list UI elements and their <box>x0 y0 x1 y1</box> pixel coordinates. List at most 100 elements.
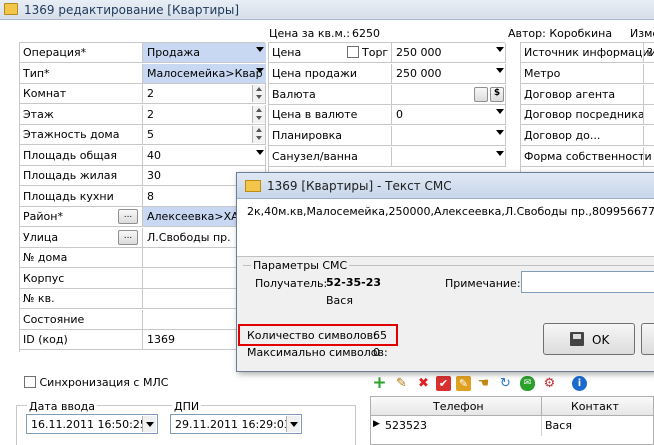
sms-text-area[interactable]: 2к,40м.кв,Малосемейка,250000,Алексеевка,… <box>237 199 654 257</box>
checkbox-box[interactable] <box>347 46 359 58</box>
form-value: 2 <box>147 87 154 100</box>
spinner-icon[interactable] <box>252 85 265 102</box>
form-field-2[interactable]: 2 <box>142 84 266 103</box>
form-value: 5 <box>147 128 154 141</box>
refresh-icon[interactable]: ↻ <box>498 376 513 391</box>
price-field-2[interactable]: $ <box>391 84 506 104</box>
form-label: Метро <box>524 66 561 80</box>
form-field-0[interactable]: Продажа <box>142 43 266 62</box>
author-label: Автор: Коробкина <box>508 27 613 40</box>
window-title-bar: 1369 редактирование [Квартиры] <box>0 0 654 20</box>
price-field-3[interactable]: 0 <box>391 105 506 125</box>
price-form-grid: Цена Торг 250 000 Цена продажи 250 000 Валюта… <box>268 42 506 172</box>
chevron-down-icon[interactable] <box>256 47 264 52</box>
form-label: Этажность дома <box>23 128 120 141</box>
sync-mls-checkbox[interactable]: Синхронизация с МЛС <box>24 376 168 389</box>
chevron-down-icon[interactable] <box>496 109 504 115</box>
spinner-icon[interactable] <box>252 126 265 143</box>
lookup-button[interactable]: ... <box>118 209 138 224</box>
lookup-button[interactable]: ... <box>118 229 138 245</box>
table-row[interactable]: ▶ 523523 Вася <box>371 416 653 436</box>
form-label: Планировка <box>272 129 342 143</box>
phones-table: Телефон Контакт ▶ 523523 Вася <box>370 396 654 445</box>
form-row: Район*... Алексеевка>ХАРЬ <box>20 207 266 227</box>
form-value: 8 <box>147 189 154 203</box>
chevron-down-icon[interactable] <box>496 151 504 156</box>
extra-form-grid: Источник информации*? Метро Договор агента… <box>520 42 654 172</box>
form-value: Продажа <box>147 46 200 59</box>
form-row: Улица... Л.Свободы пр. <box>20 227 266 248</box>
currency-button[interactable]: $ <box>490 86 504 102</box>
column-divider <box>541 416 542 436</box>
torg-checkbox[interactable]: Торг <box>347 46 388 59</box>
extra-field-4[interactable] <box>643 126 654 146</box>
ok-label: OK <box>592 333 610 347</box>
form-field-1[interactable]: Малосемейка>Квар <box>142 63 266 83</box>
sync-mls-label: Синхронизация с МЛС <box>39 376 169 389</box>
chevron-down-icon[interactable] <box>256 149 264 155</box>
form-row: Этаж 2 <box>20 104 266 125</box>
chevron-down-icon[interactable] <box>496 67 504 73</box>
form-label: Состояние <box>23 312 85 326</box>
form-label: Тип* <box>23 66 50 80</box>
price-field-1[interactable]: 250 000 <box>391 63 506 83</box>
form-field-5[interactable]: 40 <box>142 145 266 165</box>
extra-row: Договор до... <box>521 126 654 147</box>
price-row: Планировка <box>269 126 506 147</box>
form-label: № кв. <box>23 292 55 305</box>
form-label: Операция* <box>23 46 87 59</box>
delete-icon[interactable]: ✖ <box>416 376 431 391</box>
extra-field-2[interactable] <box>643 84 654 104</box>
form-label: Цена <box>272 46 302 59</box>
form-field-4[interactable]: 5 <box>142 125 266 144</box>
extra-row: Договор посредника <box>521 105 654 126</box>
form-value: 250 000 <box>396 66 442 80</box>
sms-icon[interactable]: ✉ <box>520 376 535 391</box>
chevron-down-icon[interactable] <box>496 47 504 52</box>
settings-icon[interactable]: ⚙ <box>542 376 557 391</box>
pen-icon[interactable]: ✎ <box>456 376 471 391</box>
form-value: 2 <box>147 107 154 121</box>
extra-field-3[interactable] <box>643 105 654 125</box>
extra-field-1[interactable] <box>643 63 654 83</box>
form-field-3[interactable]: 2 <box>142 104 266 124</box>
chevron-down-icon[interactable] <box>256 67 264 73</box>
check-icon[interactable]: ✔ <box>436 376 451 391</box>
chevron-down-icon[interactable] <box>496 130 504 136</box>
info-icon[interactable]: i <box>572 376 587 391</box>
price-field-4[interactable] <box>391 126 506 146</box>
extra-field-0[interactable]: ? <box>643 43 654 62</box>
price-field-5[interactable] <box>391 147 506 166</box>
price-row: Санузел/ванна <box>269 147 506 167</box>
edit-icon[interactable]: ✎ <box>394 376 409 391</box>
currency-dropdown-button[interactable] <box>474 86 488 102</box>
cancel-button[interactable] <box>641 323 654 355</box>
price-field-0[interactable]: 250 000 <box>391 43 506 62</box>
checkbox-box[interactable] <box>24 376 36 388</box>
chevron-down-icon[interactable] <box>286 416 300 432</box>
add-icon[interactable]: + <box>372 375 387 392</box>
form-row: № дома <box>20 248 266 268</box>
ok-button[interactable]: OK <box>543 323 635 355</box>
form-value: 1369 <box>147 333 175 346</box>
form-label: Договор посредника <box>524 108 645 122</box>
extra-field-5[interactable] <box>643 147 654 166</box>
contact-cell[interactable]: Вася <box>545 419 572 432</box>
spinner-icon[interactable] <box>252 105 265 123</box>
column-header-contact[interactable]: Контакт <box>571 400 619 413</box>
form-row: Площадь общая 40 <box>20 145 266 166</box>
dpi-field[interactable]: 29.11.2011 16:29:03 <box>170 414 302 434</box>
recipient-label: Получатель: <box>255 277 328 290</box>
form-label: Договор агента <box>524 87 616 101</box>
date-input-field[interactable]: 16.11.2011 16:50:25 <box>26 414 158 434</box>
form-row: Операция* Продажа <box>20 43 266 63</box>
chevron-down-icon[interactable] <box>142 416 156 432</box>
form-value: 40 <box>147 148 161 162</box>
column-header-phone[interactable]: Телефон <box>433 400 484 413</box>
extra-row: Договор агента <box>521 84 654 105</box>
form-label: Источник информации* <box>524 46 654 59</box>
note-input[interactable] <box>521 271 654 293</box>
hand-icon[interactable]: ☚ <box>476 376 491 391</box>
phone-cell[interactable]: 523523 <box>385 419 427 432</box>
form-label: Площадь жилая <box>23 169 118 182</box>
